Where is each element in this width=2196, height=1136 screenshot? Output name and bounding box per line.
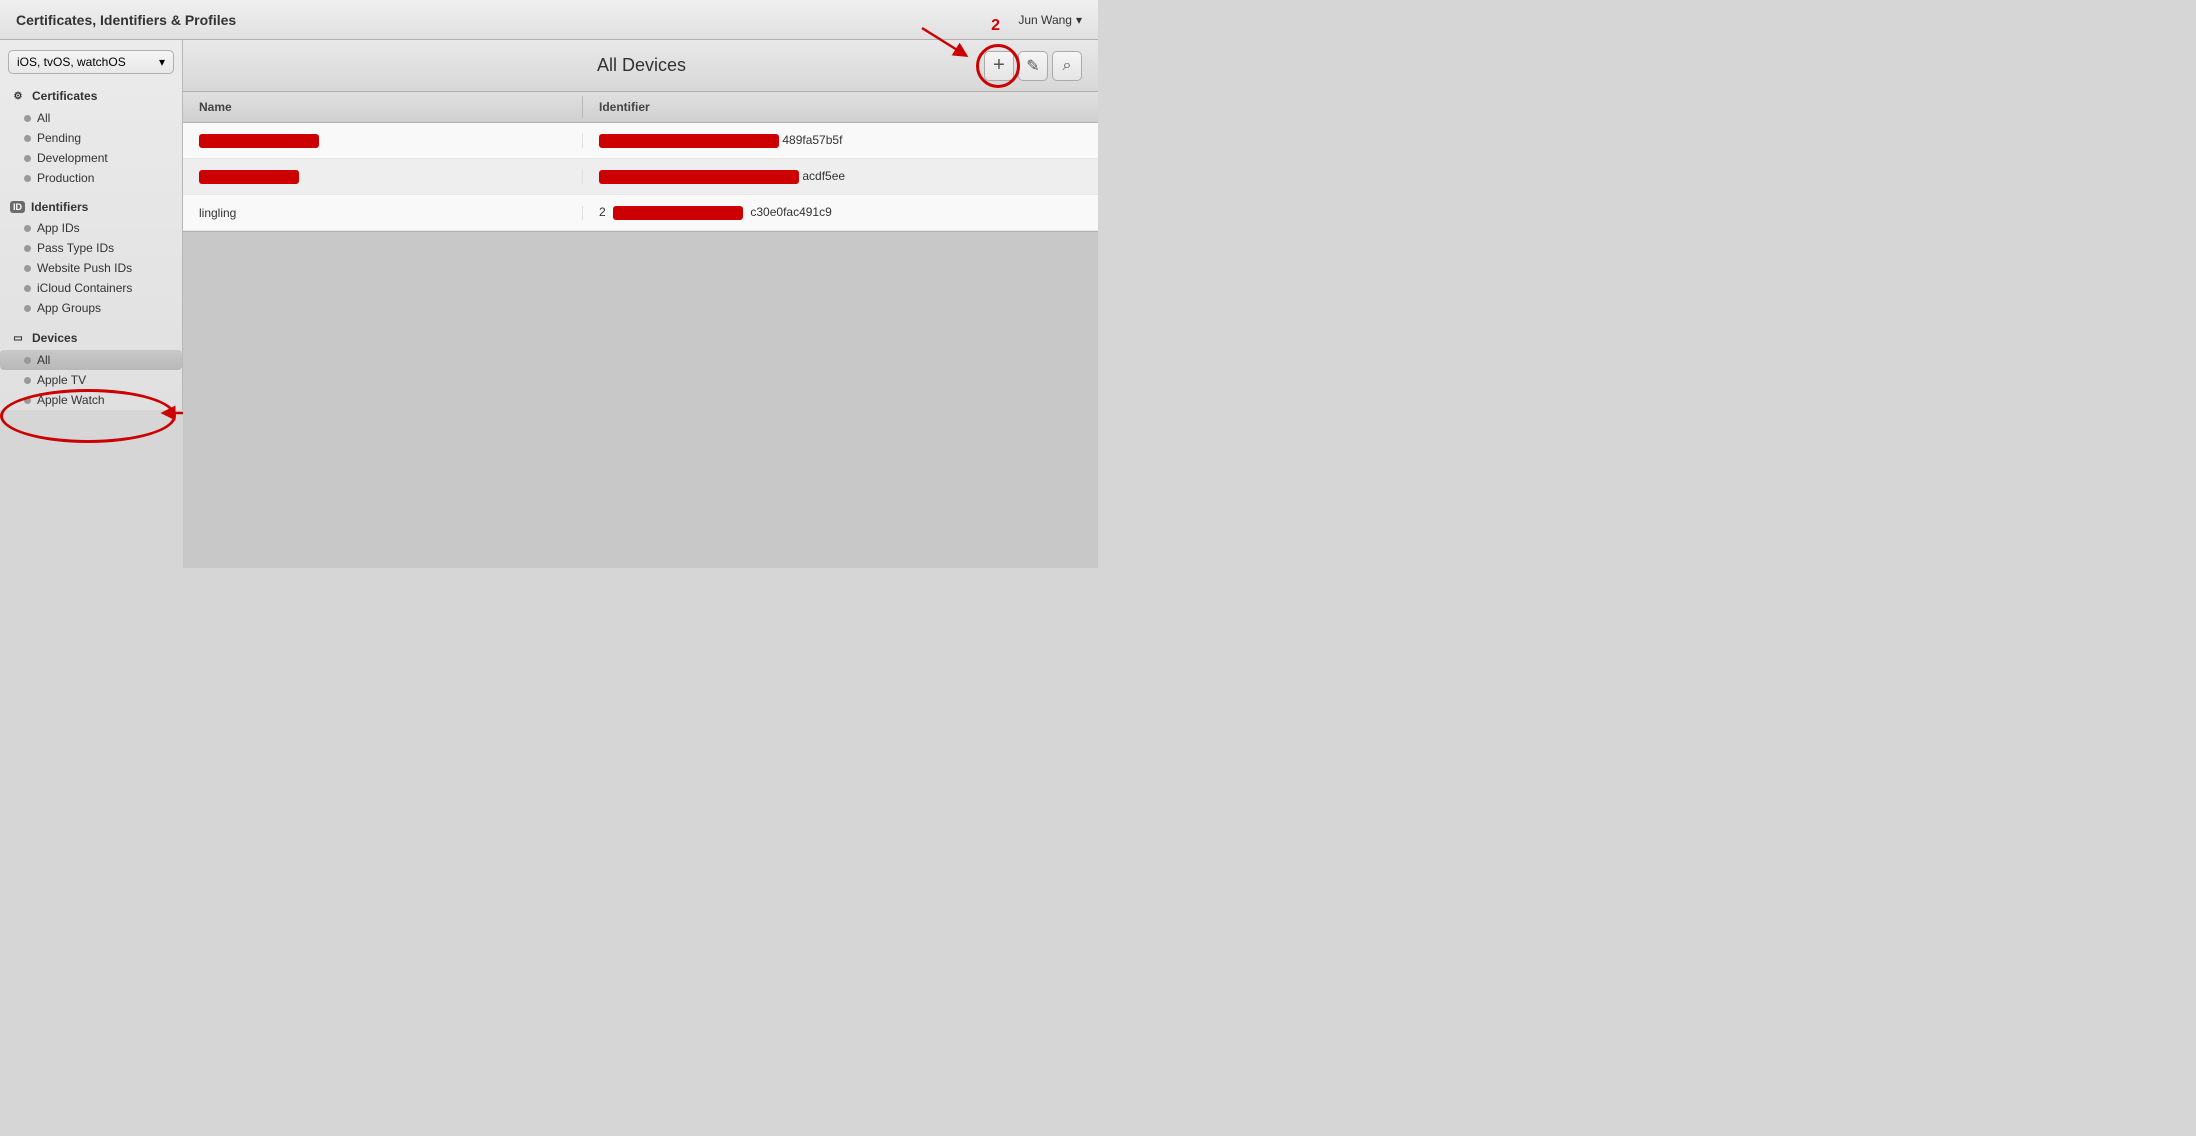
- certificates-header: ⚙ Certificates: [0, 84, 182, 108]
- sidebar-item-pass-type-ids[interactable]: Pass Type IDs: [0, 238, 182, 258]
- identifiers-label: Identifiers: [31, 200, 88, 214]
- dot-icon: [24, 377, 31, 384]
- app-ids-label: App IDs: [37, 221, 80, 235]
- redact-id-3: [613, 206, 743, 220]
- pass-type-ids-label: Pass Type IDs: [37, 241, 114, 255]
- content-area: All Devices + ✎ ⌕: [183, 40, 1098, 568]
- certificates-label: Certificates: [32, 89, 97, 103]
- sidebar: iOS, tvOS, watchOS ▾ ⚙ Certificates All …: [0, 40, 183, 410]
- sidebar-wrapper: iOS, tvOS, watchOS ▾ ⚙ Certificates All …: [0, 40, 183, 568]
- devices-icon: ▭: [10, 330, 26, 346]
- user-dropdown-icon: ▾: [1076, 13, 1082, 27]
- platform-selector[interactable]: iOS, tvOS, watchOS ▾: [8, 50, 174, 74]
- section-certificates: ⚙ Certificates All Pending Development: [0, 84, 182, 188]
- edit-button[interactable]: ✎: [1018, 51, 1048, 81]
- cell-id-2: acdf5ee: [583, 169, 1098, 184]
- add-button[interactable]: +: [984, 51, 1014, 81]
- cert-production-label: Production: [37, 171, 94, 185]
- certificates-icon: ⚙: [10, 88, 26, 104]
- cert-development-label: Development: [37, 151, 108, 165]
- sidebar-item-devices-all[interactable]: All: [0, 350, 182, 370]
- edit-icon: ✎: [1026, 56, 1039, 76]
- dot-icon: [24, 155, 31, 162]
- website-push-ids-label: Website Push IDs: [37, 261, 132, 275]
- sidebar-item-certs-production[interactable]: Production: [0, 168, 182, 188]
- dot-icon: [24, 397, 31, 404]
- app-groups-label: App Groups: [37, 301, 101, 315]
- cert-pending-label: Pending: [37, 131, 81, 145]
- identifiers-header: ID Identifiers: [0, 196, 182, 218]
- add-btn-wrapper: +: [984, 51, 1014, 81]
- apple-tv-label: Apple TV: [37, 373, 86, 387]
- cell-id-3: 2 c30e0fac491c9: [583, 205, 1098, 220]
- section-devices: ▭ Devices All Apple TV Apple Watch: [0, 326, 182, 410]
- search-icon: ⌕: [1063, 57, 1072, 75]
- table-body: 489fa57b5f acdf5ee lingling: [183, 123, 1098, 231]
- section-identifiers: ID Identifiers App IDs Pass Type IDs Web…: [0, 196, 182, 318]
- redact-id-prefix-2: [599, 170, 799, 184]
- sidebar-item-app-groups[interactable]: App Groups: [0, 298, 182, 318]
- devices-header: ▭ Devices: [0, 326, 182, 350]
- dot-icon: [24, 245, 31, 252]
- user-name: Jun Wang: [1018, 13, 1072, 27]
- sidebar-item-website-push-ids[interactable]: Website Push IDs: [0, 258, 182, 278]
- top-bar: Certificates, Identifiers & Profiles Jun…: [0, 0, 1098, 40]
- platform-label: iOS, tvOS, watchOS: [17, 55, 126, 69]
- dot-icon: [24, 135, 31, 142]
- cell-name-2: [183, 169, 583, 184]
- sidebar-item-app-ids[interactable]: App IDs: [0, 218, 182, 238]
- cell-name-3: lingling: [183, 206, 583, 220]
- redact-name-1: [199, 134, 319, 148]
- cell-name-1: [183, 133, 583, 148]
- cell-id-1: 489fa57b5f: [583, 133, 1098, 148]
- dot-icon: [24, 115, 31, 122]
- sidebar-item-certs-development[interactable]: Development: [0, 148, 182, 168]
- dot-icon: [24, 175, 31, 182]
- apple-watch-label: Apple Watch: [37, 393, 105, 407]
- content-actions: + ✎ ⌕: [984, 51, 1082, 81]
- col-name-header: Name: [183, 96, 583, 118]
- table-row[interactable]: lingling 2 c30e0fac491c9: [183, 195, 1098, 231]
- icloud-containers-label: iCloud Containers: [37, 281, 132, 295]
- col-identifier-header: Identifier: [583, 96, 1098, 118]
- sidebar-item-apple-tv[interactable]: Apple TV: [0, 370, 182, 390]
- search-button[interactable]: ⌕: [1052, 51, 1082, 81]
- id-badge: ID: [10, 201, 25, 213]
- platform-dropdown-icon: ▾: [159, 55, 165, 69]
- redact-name-2: [199, 170, 299, 184]
- devices-label: Devices: [32, 331, 77, 345]
- main-layout: iOS, tvOS, watchOS ▾ ⚙ Certificates All …: [0, 40, 1098, 568]
- redact-id-prefix-1: [599, 134, 779, 148]
- sidebar-item-certs-all[interactable]: All: [0, 108, 182, 128]
- sidebar-item-icloud-containers[interactable]: iCloud Containers: [0, 278, 182, 298]
- table-row[interactable]: 489fa57b5f: [183, 123, 1098, 159]
- dot-icon: [24, 285, 31, 292]
- dot-icon: [24, 357, 31, 364]
- dot-icon: [24, 225, 31, 232]
- content-header: All Devices + ✎ ⌕: [183, 40, 1098, 92]
- app-title: Certificates, Identifiers & Profiles: [16, 12, 236, 28]
- dot-icon: [24, 265, 31, 272]
- content-title: All Devices: [299, 55, 984, 76]
- cert-all-label: All: [37, 111, 50, 125]
- devices-all-label: All: [37, 353, 50, 367]
- table-row[interactable]: acdf5ee: [183, 159, 1098, 195]
- content-body: [183, 232, 1098, 568]
- sidebar-item-apple-watch[interactable]: Apple Watch: [0, 390, 182, 410]
- table-header: Name Identifier: [183, 92, 1098, 123]
- user-menu[interactable]: Jun Wang ▾: [1018, 13, 1082, 27]
- devices-table: Name Identifier 489fa57b5f: [183, 92, 1098, 232]
- sidebar-item-certs-pending[interactable]: Pending: [0, 128, 182, 148]
- dot-icon: [24, 305, 31, 312]
